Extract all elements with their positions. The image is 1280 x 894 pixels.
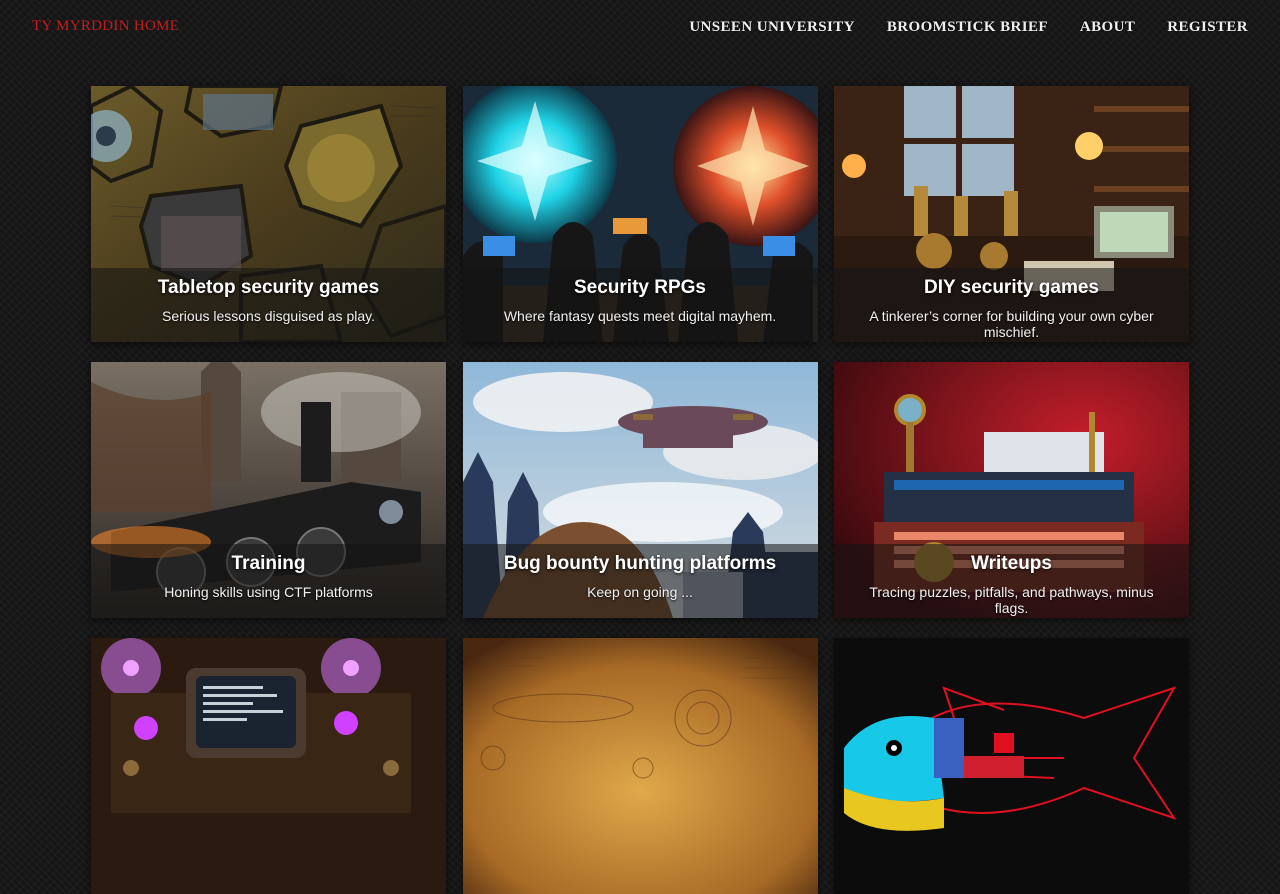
card-caption: Bug bounty hunting platforms Keep on goi…: [462, 544, 818, 618]
card-caption: Security RPGs Where fantasy quests meet …: [462, 268, 818, 342]
card-caption: Tabletop security games Serious lessons …: [91, 268, 446, 342]
nav-item-about: ABOUT: [1080, 18, 1135, 36]
card-bug-bounty-hunting-platforms[interactable]: Bug bounty hunting platforms Keep on goi…: [462, 362, 818, 618]
card-subtitle: Tracing puzzles, pitfalls, and pathways,…: [869, 584, 1154, 616]
card-diy-security-games[interactable]: DIY security games A tinkerer’s corner f…: [834, 86, 1189, 342]
brand-link[interactable]: TY MYRDDIN HOME: [32, 18, 179, 35]
card-title: DIY security games: [924, 277, 1099, 298]
nav-link-register[interactable]: REGISTER: [1167, 19, 1248, 35]
card-grid: Tabletop security games Serious lessons …: [91, 86, 1189, 894]
card-subtitle: Honing skills using CTF platforms: [164, 584, 373, 600]
card-subtitle: Serious lessons disguised as play.: [162, 308, 375, 324]
card-title: Security RPGs: [574, 277, 706, 298]
card-title: Training: [231, 553, 306, 574]
card-title: Bug bounty hunting platforms: [503, 553, 777, 574]
card-tabletop-security-games[interactable]: Tabletop security games Serious lessons …: [91, 86, 446, 342]
nav-item-register: REGISTER: [1167, 18, 1248, 36]
card-image-parchment: [462, 638, 818, 894]
card-subtitle: Keep on going ...: [587, 584, 693, 600]
card-title: Tabletop security games: [157, 277, 380, 298]
main-nav: UNSEEN UNIVERSITY BROOMSTICK BRIEF ABOUT…: [689, 18, 1248, 36]
card-parchment-blueprint[interactable]: [462, 638, 818, 894]
card-caption: Training Honing skills using CTF platfor…: [91, 544, 446, 618]
nav-link-about[interactable]: ABOUT: [1080, 19, 1135, 35]
card-training[interactable]: Training Honing skills using CTF platfor…: [91, 362, 446, 618]
nav-link-unseen-university[interactable]: UNSEEN UNIVERSITY: [689, 19, 855, 35]
card-subtitle: A tinkerer’s corner for building your ow…: [869, 308, 1154, 340]
card-security-rpgs[interactable]: Security RPGs Where fantasy quests meet …: [462, 86, 818, 342]
card-writeups[interactable]: Writeups Tracing puzzles, pitfalls, and …: [834, 362, 1189, 618]
nav-item-unseen-university: UNSEEN UNIVERSITY: [689, 18, 855, 36]
card-image-terminal: [91, 638, 446, 894]
card-steampunk-terminal[interactable]: [91, 638, 446, 894]
card-caption: DIY security games A tinkerer’s corner f…: [834, 268, 1189, 342]
card-caption: Writeups Tracing puzzles, pitfalls, and …: [834, 544, 1189, 618]
card-title: Writeups: [971, 553, 1052, 574]
card-subtitle: Where fantasy quests meet digital mayhem…: [503, 308, 777, 324]
nav-link-broomstick-brief[interactable]: BROOMSTICK BRIEF: [887, 19, 1048, 35]
site-header: TY MYRDDIN HOME UNSEEN UNIVERSITY BROOMS…: [0, 0, 1280, 54]
nav-item-broomstick-brief: BROOMSTICK BRIEF: [887, 18, 1048, 36]
card-neon-fish[interactable]: [834, 638, 1189, 894]
card-image-fish: [834, 638, 1189, 894]
